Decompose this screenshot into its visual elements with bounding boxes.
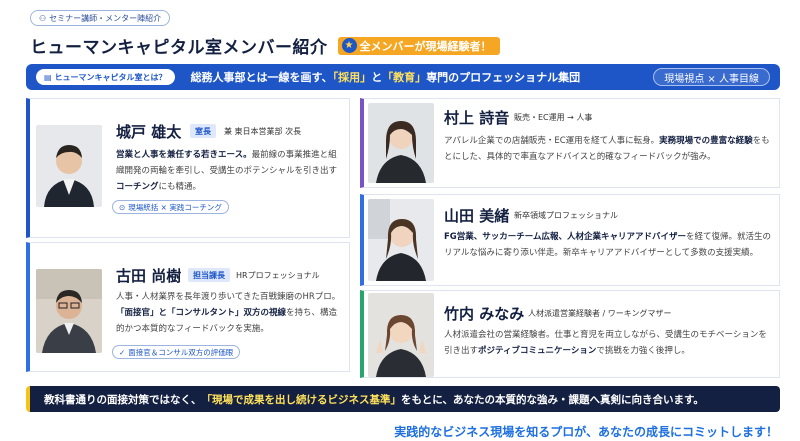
building-icon: ▤	[44, 72, 52, 82]
member-desc-bold-1: 「面接官」と「コンサルタント」双方の視線	[116, 308, 287, 318]
member-card-murakami: 村上 詩音 販売・EC運用 → 人事 アパレル企業での店舗販売・EC運用を経て人…	[360, 98, 780, 188]
member-badge: 担当課長	[188, 268, 230, 282]
member-desc-1: アパレル企業での店舗販売・EC運用を経て人事に転身。	[444, 136, 660, 146]
member-desc-bold-1: FG営業、サッカーチーム広報、人材企業キャリアアドバイザー	[444, 232, 687, 242]
member-role: 人材派遣営業経験者 / ワーキングマザー	[528, 309, 672, 318]
member-role: 兼 東日本営業部 次長	[224, 127, 302, 136]
member-desc-bold-1: ポジティブコミュニケーション	[478, 346, 597, 356]
member-photo	[368, 293, 434, 377]
experience-badge-label: 全メンバーが現場経験者！	[359, 39, 492, 53]
member-name: 城戸 雄太	[116, 123, 182, 141]
member-photo	[36, 125, 102, 207]
member-card-takeuchi: 竹内 みなみ 人材派遣営業経験者 / ワーキングマザー 人材派遣会社の営業経験者…	[360, 290, 780, 378]
member-tag-label: 現場統括 × 実践コーチング	[128, 202, 222, 212]
summary-pre: 教科書通りの面接対策ではなく、	[44, 393, 202, 406]
people-icon: ⚇	[39, 13, 47, 23]
member-tag-label: 面接官＆コンサル双方の評価眼	[128, 347, 234, 357]
page-title: ヒューマンキャピタル室メンバー紹介	[30, 38, 328, 58]
section-pill-label: セミナー講師・メンター陣紹介	[49, 13, 162, 23]
member-desc: FG営業、サッカーチーム広報、人材企業キャリアアドバイザーを経て復帰。就活生のリ…	[444, 229, 774, 261]
member-photo	[368, 199, 434, 281]
member-card-furuta: 古田 尚樹 担当課長 HRプロフェッショナル 人事・人材業界を長年渡り歩いてきた…	[26, 242, 350, 372]
check-icon: ✓	[119, 347, 126, 357]
member-role: 販売・EC運用 → 人事	[514, 113, 593, 122]
member-desc-bold-1: 営業と人事を兼任する若きエース。	[116, 150, 252, 160]
member-photo	[368, 103, 434, 183]
member-card-kido: 城戸 雄太 室長 兼 東日本営業部 次長 営業と人事を兼任する若きエース。最前線…	[26, 98, 350, 238]
banner-text-hl2: 「教育」	[382, 71, 427, 84]
member-desc: 人材派遣会社の営業経験者。仕事と育児を両立しながら、受講生のモチベーションを引き…	[444, 327, 774, 359]
member-desc-2: にも精通。	[158, 182, 202, 192]
about-pill-label: ヒューマンキャピタル室とは？	[54, 72, 167, 82]
member-desc: 営業と人事を兼任する若きエース。最前線の事業推進と組織開発の両輪を牽引し、受講生…	[116, 147, 342, 195]
member-photo	[36, 269, 102, 353]
banner-text-mid: と	[371, 71, 383, 84]
member-card-yamada: 山田 美緒 新卒領域プロフェッショナル FG営業、サッカーチーム広報、人材企業キ…	[360, 194, 780, 286]
member-role: 新卒領域プロフェッショナル	[514, 211, 618, 220]
summary-bar: 教科書通りの面接対策ではなく、 「現場で成果を出し続けるビジネス基準」 をもとに、あ…	[26, 386, 780, 412]
member-name: 山田 美緒	[444, 207, 510, 225]
chat-icon: ⊙	[119, 202, 126, 212]
about-pill[interactable]: ▤ ヒューマンキャピタル室とは？	[36, 69, 175, 85]
member-name: 竹内 みなみ	[444, 305, 525, 323]
title-row: ヒューマンキャピタル室メンバー紹介 ★ 全メンバーが現場経験者！	[30, 33, 500, 58]
intro-banner: ▤ ヒューマンキャピタル室とは？ 総務人事部とは一線を画す、「採用」と「教育」専…	[26, 64, 780, 90]
section-pill: ⚇ セミナー講師・メンター陣紹介	[30, 10, 171, 26]
member-tag: ⊙ 現場統括 × 実践コーチング	[112, 200, 229, 214]
banner-text: 総務人事部とは一線を画す、「採用」と「教育」専門のプロフェッショナル集団	[191, 69, 581, 85]
member-tag: ✓ 面接官＆コンサル双方の評価眼	[112, 345, 241, 359]
member-badge: 室長	[190, 124, 216, 138]
banner-text-post: 専門のプロフェッショナル集団	[426, 71, 581, 84]
member-desc: アパレル企業での店舗販売・EC運用を経て人事に転身。実務現場での豊富な経験をもと…	[444, 133, 770, 165]
member-desc: 人事・人材業界を長年渡り歩いてきた百戦錬磨のHRプロ。「面接官」と「コンサルタン…	[116, 289, 344, 337]
summary-post: をもとに、あなたの本質的な強み・課題へ真剣に向き合います。	[401, 393, 704, 406]
member-desc-2: で挑戦を力強く後押し。	[596, 346, 690, 356]
member-desc-bold-2: コーチング	[116, 182, 159, 192]
member-role: HRプロフェッショナル	[236, 271, 320, 280]
member-name: 古田 尚樹	[116, 267, 182, 285]
member-desc-1: 人事・人材業界を長年渡り歩いてきた百戦錬磨のHRプロ。	[116, 292, 341, 302]
member-desc-bold-1: 実務現場での豊富な経験	[659, 136, 753, 146]
viewpoint-pill: 現場視点 × 人事目線	[653, 68, 770, 86]
summary-highlight: 「現場で成果を出し続けるビジネス基準」	[201, 393, 402, 406]
footer-tagline: 実践的なビジネス現場を知るプロが、あなたの成長にコミットします！	[394, 425, 778, 439]
star-icon: ★	[341, 38, 357, 53]
banner-text-pre: 総務人事部とは一線を画す、	[190, 71, 333, 84]
member-name: 村上 詩音	[444, 109, 510, 127]
experience-badge: ★ 全メンバーが現場経験者！	[337, 36, 500, 55]
banner-text-hl1: 「採用」	[332, 71, 372, 84]
